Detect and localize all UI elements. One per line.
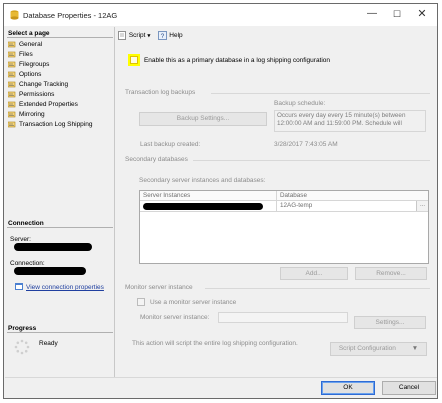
page-icon — [8, 91, 16, 98]
close-button[interactable]: ✕ — [410, 6, 434, 22]
select-page-header: Select a page — [7, 29, 113, 38]
page-item-transaction-log-shipping[interactable]: Transaction Log Shipping — [8, 120, 112, 130]
progress-status: Ready — [39, 340, 58, 347]
use-monitor-row[interactable]: Use a monitor server instance — [137, 298, 236, 306]
server-instance-redacted — [143, 203, 263, 210]
page-icon — [8, 121, 16, 128]
remove-button[interactable]: Remove... — [355, 267, 427, 280]
page-icon — [8, 71, 16, 78]
page-item-files[interactable]: Files — [8, 50, 112, 60]
page-item-options[interactable]: Options — [8, 70, 112, 80]
connection-header: Connection — [7, 219, 113, 228]
backup-schedule-label: Backup schedule: — [274, 100, 326, 107]
enable-primary-label: Enable this as a primary database in a l… — [143, 56, 331, 64]
page-item-extended-properties[interactable]: Extended Properties — [8, 100, 112, 110]
progress-header: Progress — [7, 324, 113, 333]
page-list: General Files Filegroups Options Change … — [8, 40, 112, 130]
page-icon — [8, 41, 16, 48]
row-database: 12AG-temp — [280, 202, 313, 209]
maximize-button[interactable]: ☐ — [385, 6, 409, 22]
monitor-instance-label: Monitor server instance: — [140, 314, 210, 321]
help-icon: ? — [158, 31, 168, 40]
secondary-databases-group: Secondary databases — [125, 156, 430, 163]
add-button[interactable]: Add... — [280, 267, 348, 280]
backup-schedule-text: Occurs every day every 15 minute(s) betw… — [274, 110, 426, 132]
ok-button[interactable]: OK — [321, 381, 375, 395]
script-dropdown-icon[interactable]: ▾ — [147, 33, 150, 40]
use-monitor-label: Use a monitor server instance — [149, 298, 237, 306]
script-icon — [118, 31, 126, 40]
connection-value-redacted — [14, 267, 86, 275]
use-monitor-checkbox[interactable] — [137, 298, 145, 306]
last-backup-value: 3/28/2017 7:43:05 AM — [274, 141, 338, 148]
enable-primary-checkbox[interactable] — [130, 56, 138, 64]
server-value-redacted — [14, 243, 92, 251]
window-title: Database Properties - 12AG — [23, 11, 118, 20]
secondary-grid-label: Secondary server instances and databases… — [139, 177, 266, 184]
page-icon — [8, 101, 16, 108]
page-item-mirroring[interactable]: Mirroring — [8, 110, 112, 120]
transaction-log-backups-group: Transaction log backups — [125, 89, 430, 96]
toolbar: Script ▾ ? Help — [118, 31, 189, 45]
row-ellipsis-button[interactable]: ... — [416, 201, 428, 211]
page-item-general[interactable]: General — [8, 40, 112, 50]
footer-divider — [5, 377, 437, 378]
page-icon — [8, 51, 16, 58]
script-configuration-button[interactable]: Script Configuration ▼ — [330, 342, 427, 356]
monitor-settings-button[interactable]: Settings... — [354, 316, 426, 329]
database-icon — [10, 10, 19, 20]
backup-settings-button[interactable]: Backup Settings... — [139, 112, 267, 126]
progress-spinner-icon — [14, 339, 30, 355]
view-connection-properties-link[interactable]: View connection properties — [15, 283, 104, 291]
page-item-change-tracking[interactable]: Change Tracking — [8, 80, 112, 90]
script-button[interactable]: Script ▾ — [118, 31, 151, 40]
script-config-dropdown-icon[interactable]: ▼ — [412, 345, 418, 352]
page-icon — [8, 61, 16, 68]
script-config-note: This action will script the entire log s… — [132, 340, 298, 347]
monitor-server-instance-group: Monitor server instance — [125, 284, 430, 291]
page-item-filegroups[interactable]: Filegroups — [8, 60, 112, 70]
svg-text:?: ? — [161, 33, 165, 40]
left-panel: Select a page General Files Filegroups O… — [5, 27, 115, 377]
cancel-button[interactable]: Cancel — [382, 381, 436, 395]
column-header-server-instances: Server Instances — [143, 192, 191, 199]
page-item-permissions[interactable]: Permissions — [8, 90, 112, 100]
connection-info: Server: Connection: — [10, 235, 110, 275]
page-icon — [8, 81, 16, 88]
properties-icon — [15, 283, 23, 290]
minimize-button[interactable]: — — [360, 6, 384, 22]
monitor-instance-field[interactable] — [218, 312, 348, 323]
table-row[interactable]: 12AG-temp ... — [140, 201, 428, 212]
last-backup-label: Last backup created: — [140, 141, 201, 148]
page-icon — [8, 111, 16, 118]
title-bar: Database Properties - 12AG — ☐ ✕ — [4, 4, 437, 26]
enable-primary-row[interactable]: Enable this as a primary database in a l… — [130, 56, 330, 64]
help-button[interactable]: ? Help — [158, 31, 183, 40]
column-header-database: Database — [280, 192, 307, 199]
secondary-databases-grid[interactable]: Server Instances Database 12AG-temp ... — [139, 190, 429, 264]
database-properties-window: Database Properties - 12AG — ☐ ✕ Select … — [3, 3, 438, 399]
